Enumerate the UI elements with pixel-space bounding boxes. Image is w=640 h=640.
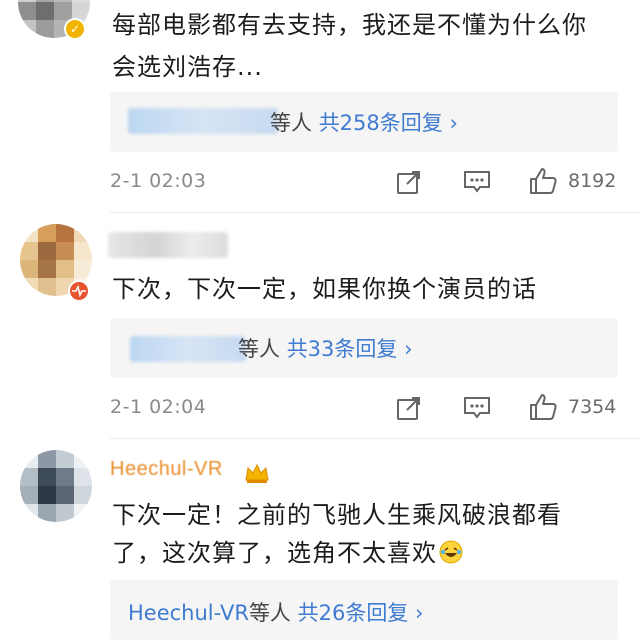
reply-count-link[interactable]: 共26条回复 ›: [298, 601, 424, 625]
reply-count-link[interactable]: 共258条回复 ›: [319, 111, 458, 135]
divider: [110, 212, 640, 213]
heartbeat-icon: [72, 284, 86, 298]
timestamp: 2-1 02:03: [110, 170, 207, 192]
member-badge-icon: [68, 280, 90, 302]
comment-icon[interactable]: [463, 396, 491, 420]
avatar[interactable]: [20, 450, 92, 522]
username[interactable]: Heechul-VR: [110, 458, 223, 481]
share-icon[interactable]: [396, 395, 422, 421]
divider: [110, 438, 640, 439]
crown-badge-icon: [245, 463, 269, 483]
reply-preview[interactable]: Heechul-VR等人 共26条回复 ›: [110, 580, 618, 640]
reply-suffix: 等人: [248, 601, 291, 625]
reply-preview[interactable]: 等人 共33条回复 ›: [110, 318, 618, 378]
timestamp: 2-1 02:04: [110, 396, 207, 418]
blurred-reply-names: [130, 336, 246, 362]
comment-text: 每部电影都有去支持，我还是不懂为什么你: [112, 11, 587, 39]
blurred-username: [108, 232, 228, 258]
comment-text: 下次一定！之前的飞驰人生乘风破浪都看: [112, 501, 562, 529]
blurred-reply-names: [128, 108, 278, 134]
comment-text-line: 了，这次算了，选角不太喜欢: [112, 539, 437, 567]
comment-text: 下次，下次一定，如果你换个演员的话: [112, 275, 537, 303]
comment-icon[interactable]: [463, 170, 491, 194]
reply-preview[interactable]: 等人 共258条回复 ›: [110, 92, 618, 152]
share-icon[interactable]: [396, 169, 422, 195]
reply-suffix: 等人: [270, 111, 312, 135]
like-count: 7354: [568, 396, 617, 418]
comment-text: 了，这次算了，选角不太喜欢: [112, 532, 463, 574]
reply-username[interactable]: Heechul-VR: [128, 601, 249, 625]
comment-text: 会选刘浩存...: [112, 53, 263, 81]
reply-count-link[interactable]: 共33条回复 ›: [287, 337, 413, 361]
reply-suffix: 等人: [238, 337, 280, 361]
thumbs-up-icon[interactable]: [528, 392, 558, 422]
laughing-crying-emoji-icon: [439, 540, 463, 564]
reply-summary: 等人 共258条回复 ›: [270, 107, 458, 137]
reply-summary: 等人 共33条回复 ›: [238, 333, 412, 363]
like-count: 8192: [568, 170, 617, 192]
verified-badge-icon: ✓: [64, 18, 86, 40]
reply-summary: Heechul-VR等人 共26条回复 ›: [128, 597, 423, 627]
thumbs-up-icon[interactable]: [528, 166, 558, 196]
